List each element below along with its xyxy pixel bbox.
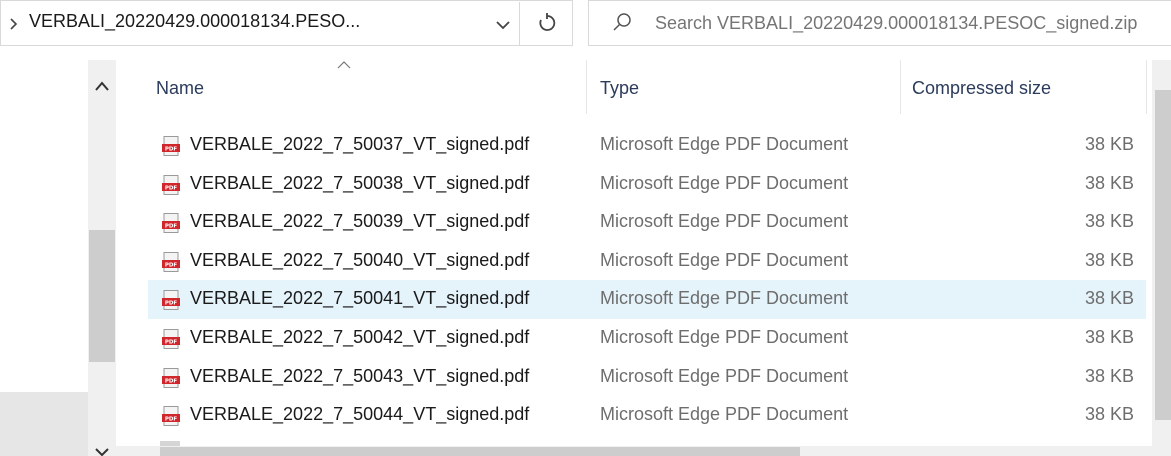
file-compressed-size: 38 KB [1084,211,1134,232]
column-header-name[interactable]: Name [156,78,204,99]
file-compressed-size: 38 KB [1084,288,1134,309]
file-compressed-size: 38 KB [1084,249,1134,270]
file-name[interactable]: VERBALE_2022_7_50042_VT_signed.pdf [190,327,529,348]
pdf-file-icon: PDF [162,174,180,195]
column-divider[interactable] [1146,60,1147,114]
file-name[interactable]: VERBALE_2022_7_50044_VT_signed.pdf [190,404,529,425]
navigation-scrollbar[interactable] [88,60,116,456]
address-bar[interactable]: VERBALI_20220429.000018134.PESO... [0,0,573,46]
file-name[interactable]: VERBALE_2022_7_50037_VT_signed.pdf [190,134,529,155]
file-type: Microsoft Edge PDF Document [600,326,849,347]
file-type: Microsoft Edge PDF Document [600,288,849,309]
scrollbar-thumb[interactable] [1155,90,1171,420]
navigation-pane-footer [0,392,88,456]
svg-text:PDF: PDF [165,262,178,268]
file-compressed-size: 38 KB [1084,172,1134,193]
pdf-file-icon: PDF [162,406,180,427]
svg-text:PDF: PDF [165,301,178,307]
chevron-down-icon[interactable] [491,13,515,37]
column-header-type[interactable]: Type [600,78,639,99]
pdf-file-icon: PDF [162,367,180,388]
file-compressed-size: 38 KB [1084,326,1134,347]
file-row[interactable]: PDF VERBALE_2022_7_50043_VT_signed.pdf Mic… [148,358,1146,397]
file-name[interactable]: VERBALE_2022_7_50038_VT_signed.pdf [190,173,529,194]
pdf-file-icon: PDF [162,136,180,156]
file-name[interactable]: VERBALE_2022_7_50043_VT_signed.pdf [190,366,529,387]
file-row[interactable]: PDF VERBALE_2022_7_50040_VT_signed.pdf Mic… [148,242,1146,281]
file-type: Microsoft Edge PDF Document [600,134,849,154]
svg-text:PDF: PDF [165,417,178,423]
file-name[interactable]: VERBALE_2022_7_50041_VT_signed.pdf [190,288,529,309]
file-row[interactable]: PDF VERBALE_2022_7_50039_VT_signed.pdf Mic… [148,203,1146,242]
file-row[interactable]: PDF VERBALE_2022_7_50038_VT_signed.pdf Mic… [148,165,1146,204]
refresh-button[interactable] [519,2,573,45]
scroll-up-icon[interactable] [94,80,110,92]
search-icon [613,13,631,31]
file-row[interactable]: PDF VERBALE_2022_7_50042_VT_signed.pdf Mic… [148,319,1146,358]
file-compressed-size: 38 KB [1084,404,1134,425]
svg-text:PDF: PDF [165,339,178,345]
pdf-file-icon: PDF [162,213,180,234]
file-row[interactable]: PDF VERBALE_2022_7_50044_VT_signed.pdf Mic… [148,396,1146,435]
file-list-scrollbar[interactable] [1152,60,1171,456]
svg-text:PDF: PDF [165,378,178,384]
pdf-file-icon: PDF [162,328,180,349]
address-path[interactable]: VERBALI_20220429.000018134.PESO... [29,11,360,32]
scrollbar-thumb[interactable] [89,230,115,362]
horizontal-scrollbar[interactable] [116,446,1152,456]
file-type: Microsoft Edge PDF Document [600,365,849,386]
file-compressed-size: 38 KB [1084,134,1134,154]
search-input[interactable] [655,10,1171,36]
search-box[interactable] [588,0,1171,46]
file-type: Microsoft Edge PDF Document [600,172,849,193]
file-row[interactable]: PDF VERBALE_2022_7_50037_VT_signed.pdf Mic… [148,126,1146,165]
svg-text:PDF: PDF [165,224,178,230]
file-type: Microsoft Edge PDF Document [600,249,849,270]
sort-ascending-icon [337,61,351,69]
pdf-file-icon: PDF [162,251,180,272]
column-header-row: Name Type Compressed size [116,60,1147,120]
column-header-compressed-size[interactable]: Compressed size [912,78,1051,99]
file-name[interactable]: VERBALE_2022_7_50040_VT_signed.pdf [190,250,529,271]
svg-text:PDF: PDF [165,185,178,191]
chevron-right-icon[interactable] [7,17,21,31]
column-divider[interactable] [900,60,901,114]
column-divider[interactable] [586,60,587,114]
pdf-file-icon: PDF [162,290,180,311]
file-type: Microsoft Edge PDF Document [600,404,849,425]
file-compressed-size: 38 KB [1084,365,1134,386]
refresh-icon [539,13,556,31]
svg-text:PDF: PDF [165,147,178,153]
file-row[interactable]: PDF VERBALE_2022_7_50041_VT_signed.pdf Mic… [148,280,1146,319]
file-list: PDF VERBALE_2022_7_50037_VT_signed.pdf Mic… [148,126,1148,435]
file-type: Microsoft Edge PDF Document [600,211,849,232]
scroll-down-icon[interactable] [94,448,110,456]
file-name[interactable]: VERBALE_2022_7_50039_VT_signed.pdf [190,211,529,232]
scrollbar-thumb[interactable] [160,447,800,456]
